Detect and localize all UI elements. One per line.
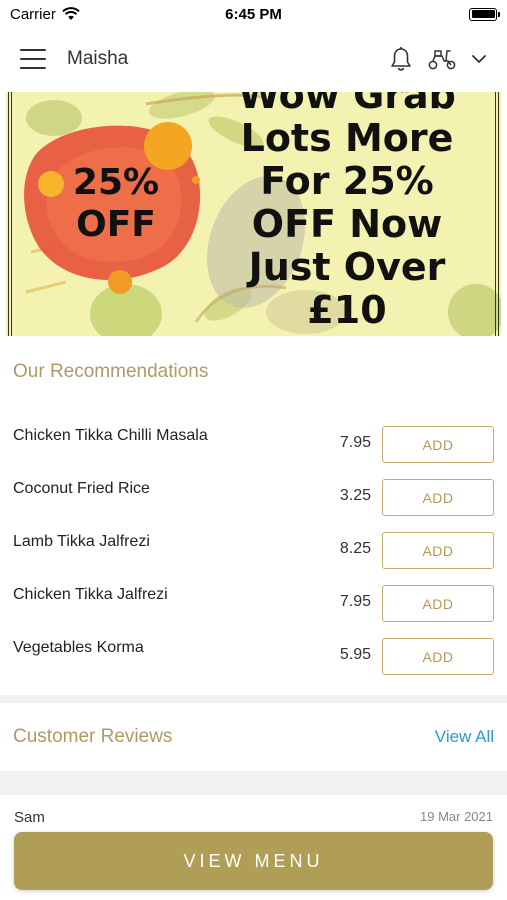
status-left: Carrier [10, 6, 80, 23]
item-name: Chicken Tikka Chilli Masala [13, 427, 208, 444]
item-name: Vegetables Korma [13, 639, 144, 656]
list-item: Chicken Tikka Jalfrezi 7.95 ADD [0, 575, 507, 628]
promo-line: For 25% [260, 159, 434, 203]
add-button[interactable]: ADD [382, 532, 494, 569]
add-button[interactable]: ADD [382, 585, 494, 622]
item-price: 7.95 [339, 434, 371, 451]
view-menu-button[interactable]: VIEW MENU [14, 832, 493, 890]
review-date: 19 Mar 2021 [420, 809, 493, 824]
item-name: Coconut Fried Rice [13, 480, 150, 497]
list-item: Coconut Fried Rice 3.25 ADD [0, 469, 507, 522]
item-price: 3.25 [339, 487, 371, 504]
recommendations-list: Chicken Tikka Chilli Masala 7.95 ADD Coc… [0, 416, 507, 681]
list-item: Lamb Tikka Jalfrezi 8.25 ADD [0, 522, 507, 575]
view-all-link[interactable]: View All [435, 727, 494, 747]
header-actions [389, 46, 487, 72]
app-header: Maisha [0, 28, 507, 90]
section-divider [0, 771, 507, 795]
badge-line: 25% OFF [72, 162, 160, 245]
status-bar: Carrier 6:45 PM [0, 0, 507, 28]
add-button[interactable]: ADD [382, 426, 494, 463]
reviews-title: Customer Reviews [13, 726, 173, 747]
restaurant-name: Maisha [67, 48, 129, 69]
wifi-icon [62, 7, 80, 20]
promo-line: Wow Grab [238, 92, 456, 117]
scooter-icon[interactable] [427, 47, 457, 71]
banner-frame-left [8, 92, 12, 336]
item-name: Chicken Tikka Jalfrezi [13, 586, 168, 603]
promo-headline: Wow Grab Lots More For 25% OFF Now Just … [237, 92, 457, 332]
add-button[interactable]: ADD [382, 479, 494, 516]
item-price: 5.95 [339, 646, 371, 663]
bell-icon[interactable] [389, 46, 413, 72]
item-name: Lamb Tikka Jalfrezi [13, 533, 150, 550]
banner-frame-right [495, 92, 499, 336]
reviews-header: Customer Reviews View All [0, 703, 507, 769]
promo-line: OFF Now [251, 202, 443, 246]
reviewer-name: Sam [14, 809, 45, 826]
promo-line: Lots More [240, 116, 454, 160]
list-item: Vegetables Korma 5.95 ADD [0, 628, 507, 681]
add-button[interactable]: ADD [382, 638, 494, 675]
list-item: Chicken Tikka Chilli Masala 7.95 ADD [0, 416, 507, 469]
battery-icon [469, 7, 500, 21]
item-price: 8.25 [339, 540, 371, 557]
carrier-label: Carrier [10, 5, 56, 23]
menu-icon[interactable] [20, 49, 46, 69]
recommendations-title: Our Recommendations [13, 361, 209, 382]
chevron-down-icon[interactable] [471, 53, 487, 65]
review-item: Sam 19 Mar 2021 [0, 797, 507, 837]
promo-line: Just Over [248, 245, 446, 289]
item-price: 7.95 [339, 593, 371, 610]
section-divider [0, 695, 507, 703]
promo-banner[interactable]: 25% OFF Wow Grab Lots More For 25% OFF N… [6, 92, 501, 336]
discount-badge: 25% OFF [66, 162, 166, 246]
promo-line: £10 [307, 288, 387, 332]
